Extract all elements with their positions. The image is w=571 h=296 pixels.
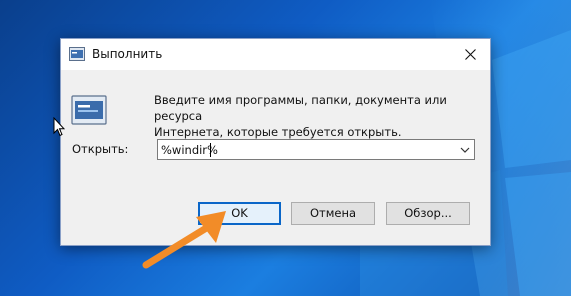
text-caret (210, 143, 211, 157)
mouse-cursor-icon (53, 117, 65, 137)
cancel-button[interactable]: Отмена (291, 202, 375, 225)
run-icon (69, 47, 85, 61)
dialog-description: Введите имя программы, папки, документа … (154, 92, 484, 140)
browse-button[interactable]: Обзор... (386, 202, 470, 225)
title-bar[interactable]: Выполнить (61, 39, 490, 70)
open-combobox[interactable]: %windir% (157, 139, 475, 160)
orange-arrow-icon (142, 211, 226, 269)
dialog-title: Выполнить (92, 47, 163, 61)
close-icon (464, 49, 476, 60)
run-dialog: Выполнить Введите имя программы, папки, … (60, 38, 491, 246)
description-line-2: Интернета, которые требуется открыть. (154, 125, 402, 139)
open-label: Открыть: (72, 142, 129, 156)
button-bar: OK Отмена Обзор... (61, 179, 490, 245)
run-icon (71, 95, 107, 125)
description-line-1: Введите имя программы, папки, документа … (154, 93, 447, 123)
close-button[interactable] (450, 39, 490, 70)
chevron-down-icon[interactable] (460, 145, 470, 155)
